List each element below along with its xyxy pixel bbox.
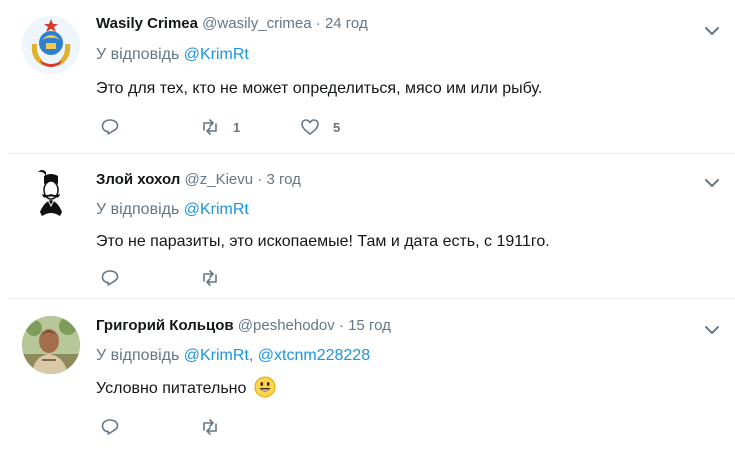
- avatar[interactable]: [22, 166, 80, 224]
- tweet-actions: [100, 267, 400, 289]
- reply-prefix: У відповідь: [96, 201, 180, 218]
- avatar[interactable]: [22, 316, 80, 374]
- reply-icon: [101, 270, 119, 286]
- retweet-button[interactable]: [200, 416, 220, 438]
- retweet-icon: [203, 270, 217, 286]
- retweet-icon: [203, 419, 217, 435]
- chevron-down-icon[interactable]: [703, 321, 721, 339]
- reply-button[interactable]: [100, 416, 120, 438]
- mention-link[interactable]: @KrimRt: [184, 201, 249, 218]
- mention-link[interactable]: @KrimRt: [184, 347, 249, 364]
- like-button[interactable]: 5: [300, 116, 340, 138]
- smiley-emoji-icon: [254, 376, 276, 403]
- chevron-down-icon[interactable]: [703, 174, 721, 192]
- retweet-count: 1: [233, 119, 241, 135]
- tweet-actions: 1 5: [100, 116, 400, 138]
- author-handle[interactable]: @wasily_crimea: [202, 15, 311, 32]
- timestamp[interactable]: 3 год: [266, 171, 300, 188]
- reply-prefix: У відповідь: [96, 347, 180, 364]
- retweet-icon: [203, 119, 217, 135]
- tweet[interactable]: Григорий Кольцов @peshehodov · 15 год У …: [0, 299, 735, 453]
- tweet-text: Условно питательно: [96, 376, 276, 403]
- timestamp[interactable]: 15 год: [348, 317, 391, 334]
- coat-of-arms-icon: [22, 16, 80, 74]
- like-count: 5: [333, 119, 341, 135]
- author-handle[interactable]: @peshehodov: [238, 317, 335, 334]
- separator-dot: ·: [338, 317, 344, 334]
- avatar[interactable]: [22, 16, 80, 74]
- author-handle[interactable]: @z_Kievu: [185, 171, 254, 188]
- reply-context: У відповідь @KrimRt, @xtcnm228228: [96, 347, 370, 365]
- separator-dot: ·: [315, 15, 321, 32]
- mention-link[interactable]: @KrimRt: [184, 46, 249, 63]
- retweet-button[interactable]: [200, 267, 220, 289]
- author-name[interactable]: Wasily Crimea: [96, 15, 198, 32]
- tweet[interactable]: Злой хохол @z_Kievu · 3 год У відповідь …: [0, 154, 735, 298]
- tweet-text-body: Условно питательно: [96, 380, 247, 397]
- heart-icon: [301, 119, 319, 135]
- reply-button[interactable]: [100, 267, 120, 289]
- tweet[interactable]: Wasily Crimea @wasily_crimea · 24 год У …: [0, 0, 735, 152]
- tweet-actions: [100, 416, 400, 438]
- user-photo-icon: [22, 316, 80, 374]
- chevron-down-icon[interactable]: [703, 22, 721, 40]
- mention-separator: ,: [248, 347, 254, 364]
- timestamp[interactable]: 24 год: [325, 15, 368, 32]
- reply-button[interactable]: [100, 116, 120, 138]
- tweet-text: Это не паразиты, это ископаемые! Там и д…: [96, 233, 550, 250]
- reply-context: У відповідь @KrimRt: [96, 201, 249, 219]
- retweet-button[interactable]: 1: [200, 116, 240, 138]
- mention-link[interactable]: @xtcnm228228: [258, 347, 370, 364]
- reply-context: У відповідь @KrimRt: [96, 46, 249, 64]
- reply-prefix: У відповідь: [96, 46, 180, 63]
- author-name[interactable]: Злой хохол: [96, 171, 180, 188]
- author-name[interactable]: Григорий Кольцов: [96, 317, 234, 334]
- tweet-text: Это для тех, кто не может определиться, …: [96, 80, 543, 97]
- separator-dot: ·: [257, 171, 263, 188]
- reply-icon: [101, 119, 119, 135]
- reply-icon: [101, 419, 119, 435]
- cossack-sketch-icon: [22, 166, 80, 224]
